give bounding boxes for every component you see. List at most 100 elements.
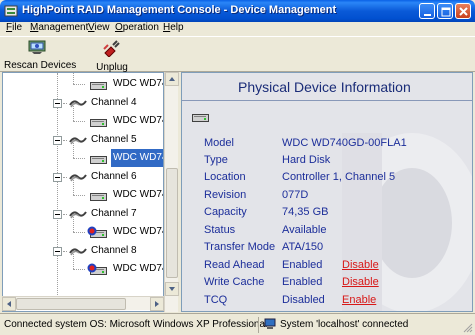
maximize-button[interactable] (437, 3, 453, 19)
minimize-button[interactable] (419, 3, 435, 19)
device-tree[interactable]: WDC WD740 Channel 4 WDC WD740 Channel 5 WDC … (2, 72, 164, 312)
disk-label: WDC WD740 (113, 78, 163, 89)
tree-connector (73, 251, 74, 269)
maximize-icon (441, 7, 451, 17)
status-value: Available (282, 224, 327, 236)
menu-file-rest: ile (12, 22, 23, 33)
tree-connector (73, 140, 74, 158)
type-value: Hard Disk (282, 154, 331, 166)
tree-connector (63, 103, 67, 104)
location-value: Controller 1, Channel 5 (282, 171, 396, 183)
tree-connector (73, 177, 74, 195)
panel-title: Physical Device Information (238, 79, 411, 95)
tree-connector (63, 214, 67, 215)
capacity-value: 74,35 GB (282, 206, 329, 218)
collapse-toggle[interactable] (53, 136, 62, 145)
write-cache-value: Enabled (282, 276, 323, 288)
scroll-up-button[interactable] (165, 72, 179, 86)
arrow-left-icon (7, 301, 11, 307)
tree-connector (73, 158, 85, 159)
tree-vertical-scrollbar[interactable] (164, 72, 179, 312)
disk-label: WDC WD740 (113, 115, 163, 126)
tree-connector (73, 103, 74, 121)
scroll-right-button[interactable] (150, 297, 164, 311)
hard-disk-icon (90, 119, 107, 127)
status-separator (258, 317, 259, 333)
menu-operation[interactable]: Operation (115, 22, 159, 34)
close-icon (459, 7, 468, 16)
channel-icon (69, 248, 87, 256)
title-bar: HighPoint RAID Management Console - Devi… (0, 0, 475, 22)
rescan-icon (28, 40, 46, 54)
close-button[interactable] (455, 3, 471, 19)
device-info-panel: Physical Device Information Model WDC WD… (181, 72, 473, 312)
tree-connector-line (57, 73, 58, 309)
status-bar: Connected system OS: Microsoft Windows X… (0, 313, 475, 335)
menu-view[interactable]: View (88, 22, 110, 34)
rescan-devices-label: Rescan Devices (4, 60, 77, 71)
disk-label: WDC WD740 (111, 149, 163, 167)
minimize-icon (424, 14, 431, 16)
status-os: Connected system OS: Microsoft Windows X… (4, 319, 268, 330)
tree-connector (73, 73, 74, 84)
menu-help-rest: elp (170, 22, 184, 33)
tree-connector (63, 177, 67, 178)
menu-management[interactable]: Management (30, 22, 88, 34)
capacity-label: Capacity (204, 206, 247, 218)
collapse-toggle[interactable] (53, 99, 62, 108)
tree-connector (73, 195, 85, 196)
tree-connector (63, 140, 67, 141)
collapse-toggle[interactable] (53, 173, 62, 182)
model-value: WDC WD740GD-00FLA1 (282, 137, 407, 149)
read-ahead-disable-link[interactable]: Disable (342, 259, 379, 271)
spare-disk-icon (87, 226, 107, 238)
arrow-up-icon (169, 77, 175, 81)
tree-horizontal-scrollbar[interactable] (2, 296, 164, 311)
hscroll-thumb[interactable] (16, 298, 126, 310)
hard-disk-icon (90, 156, 107, 164)
scroll-down-button[interactable] (165, 282, 179, 296)
unplug-button[interactable]: Unplug (92, 39, 132, 73)
hard-disk-icon (192, 114, 209, 122)
collapse-toggle[interactable] (53, 247, 62, 256)
collapse-toggle[interactable] (53, 210, 62, 219)
tree-connector (73, 269, 85, 270)
tcq-enable-link[interactable]: Enable (342, 294, 376, 306)
scroll-thumb[interactable] (166, 168, 178, 278)
write-cache-label: Write Cache (204, 276, 265, 288)
channel-label: Channel 5 (91, 134, 137, 145)
arrow-right-icon (155, 301, 159, 307)
window-title: HighPoint RAID Management Console - Devi… (22, 4, 337, 16)
tree-connector (73, 121, 85, 122)
channel-icon (69, 137, 87, 145)
hard-disk-icon (90, 82, 107, 90)
channel-icon (69, 211, 87, 219)
computer-icon (264, 318, 276, 329)
channel-label: Channel 7 (91, 208, 137, 219)
resize-grip-icon[interactable] (463, 323, 473, 333)
spare-disk-icon (87, 263, 107, 275)
tree-connector (73, 84, 85, 85)
tree-connector (63, 251, 67, 252)
transfer-mode-label: Transfer Mode (204, 241, 276, 253)
rescan-devices-button[interactable]: Rescan Devices (4, 39, 77, 71)
channel-label: Channel 4 (91, 97, 137, 108)
read-ahead-value: Enabled (282, 259, 323, 271)
panel-header: Physical Device Information (182, 73, 472, 101)
scroll-left-button[interactable] (2, 297, 16, 311)
read-ahead-label: Read Ahead (204, 259, 265, 271)
toolbar: Rescan Devices Unplug (0, 36, 475, 73)
status-label: Status (204, 224, 236, 236)
menu-operation-accel: O (115, 22, 123, 33)
menu-file[interactable]: File (6, 22, 22, 34)
tree-connector (73, 232, 85, 233)
unplug-icon (103, 40, 120, 58)
app-icon (4, 5, 18, 17)
transfer-mode-value: ATA/150 (282, 241, 324, 253)
menu-help[interactable]: Help (163, 22, 184, 34)
channel-icon (69, 174, 87, 182)
write-cache-disable-link[interactable]: Disable (342, 276, 379, 288)
tcq-label: TCQ (204, 294, 228, 306)
revision-label: Revision (204, 189, 247, 201)
channel-label: Channel 8 (91, 245, 137, 256)
